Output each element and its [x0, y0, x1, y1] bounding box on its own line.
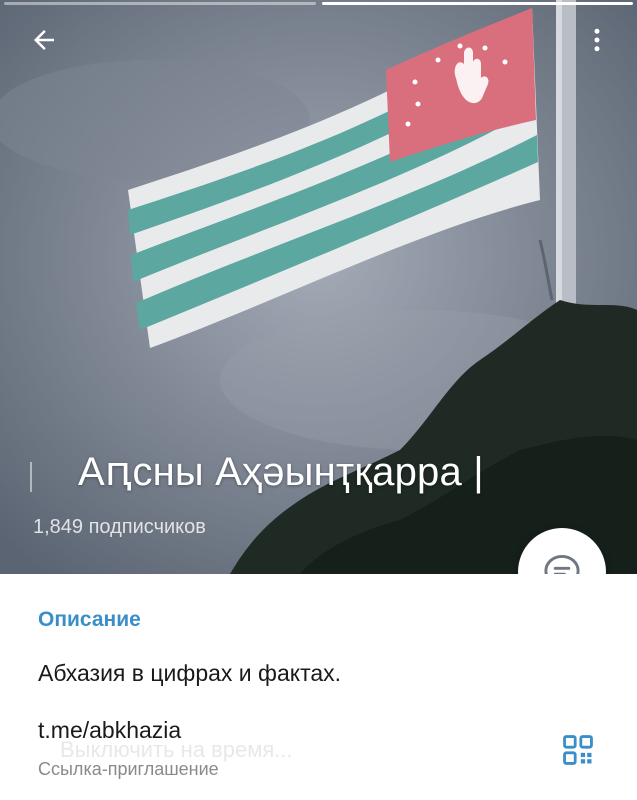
- channel-title: Аԥсны Аҳәынҭқарра |: [78, 450, 484, 494]
- more-vertical-icon: [594, 28, 600, 52]
- invite-link[interactable]: t.me/abkhazia: [38, 717, 181, 744]
- story-progress: [4, 2, 633, 5]
- qr-code-button[interactable]: [556, 728, 600, 772]
- title-marker: [30, 462, 32, 492]
- back-button[interactable]: [20, 16, 68, 64]
- story-bar: [4, 2, 316, 5]
- story-bar-active: [321, 2, 633, 5]
- qr-code-icon: [563, 735, 593, 765]
- invite-link-caption: Ссылка-приглашение: [38, 759, 219, 779]
- channel-cover-photo: Аԥсны Аҳәынҭқарра | 1,849 подписчиков: [0, 0, 637, 574]
- description-header: Описание: [38, 608, 141, 631]
- channel-info-panel: Описание Абхазия в цифрах и фактах. Выкл…: [0, 574, 637, 800]
- arrow-left-icon: [34, 30, 54, 50]
- subscriber-count: 1,849 подписчиков: [33, 516, 206, 538]
- more-options-button[interactable]: [573, 16, 621, 64]
- channel-description: Абхазия в цифрах и фактах.: [38, 660, 342, 686]
